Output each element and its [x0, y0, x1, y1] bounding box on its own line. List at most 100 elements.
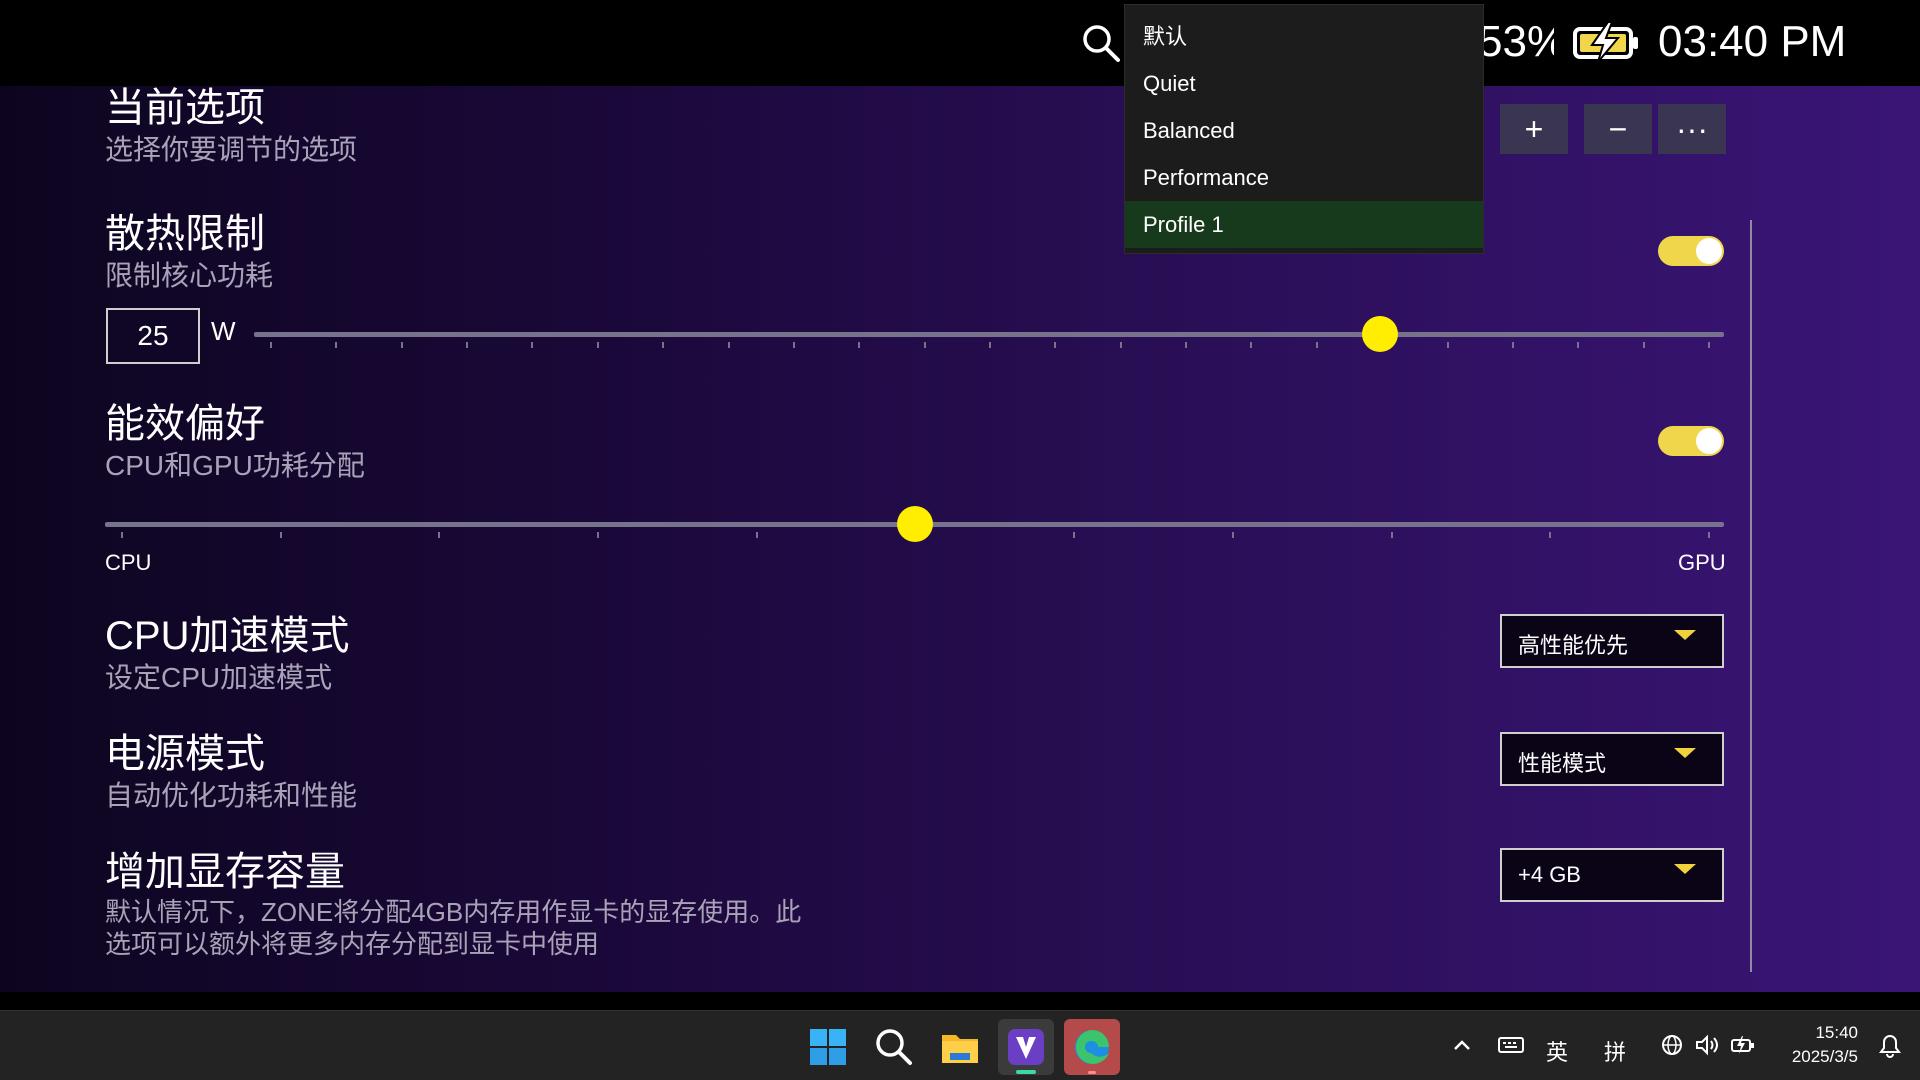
slider-tick — [279, 532, 282, 538]
power-mode-value: 性能模式 — [1518, 751, 1607, 776]
battery-charging-icon — [1573, 21, 1638, 63]
clock-time: 15:40 — [1815, 1023, 1858, 1042]
notification-icon[interactable] — [1878, 1033, 1902, 1059]
profile-item-balanced[interactable]: Balanced — [1125, 107, 1483, 154]
profile-dropdown-menu: 默认 Quiet Balanced Performance Profile 1 — [1124, 4, 1484, 254]
profile-item-default[interactable]: 默认 — [1125, 13, 1483, 60]
slider-tick — [531, 342, 534, 348]
zone-app-button[interactable] — [998, 1019, 1054, 1075]
windows-start-icon[interactable] — [800, 1019, 856, 1075]
vram-subtitle-line2: 选项可以额外将更多内存分配到显卡中使用 — [105, 929, 600, 959]
slider-tick — [1446, 342, 1449, 348]
thermal-limit-toggle[interactable] — [1658, 236, 1724, 266]
slider-tick — [1708, 532, 1710, 538]
slider-tick — [1642, 342, 1645, 348]
chevron-down-icon — [1674, 630, 1696, 640]
slider-tick — [989, 342, 991, 348]
slider-tick — [597, 532, 600, 538]
volume-icon[interactable] — [1694, 1033, 1720, 1057]
vram-select[interactable]: +4 GB — [1500, 848, 1724, 902]
slider-thumb[interactable] — [1362, 316, 1399, 352]
remove-profile-button[interactable]: − — [1584, 104, 1652, 154]
power-mode-title: 电源模式 — [105, 732, 265, 776]
profile-item-profile-1[interactable]: Profile 1 — [1125, 201, 1483, 248]
slider-tick — [1250, 342, 1253, 348]
settings-panel: 当前选项 选择你要调节的选项 + − ··· 散热限制 限制核心功耗 25 W … — [0, 86, 1920, 992]
profile-item-performance[interactable]: Performance — [1125, 154, 1483, 201]
cpu-boost-select[interactable]: 高性能优先 — [1500, 614, 1724, 668]
slider-tick — [727, 342, 730, 348]
add-profile-button[interactable]: + — [1500, 104, 1568, 154]
slider-tick — [1054, 342, 1057, 348]
thermal-limit-title: 散热限制 — [105, 212, 265, 256]
slider-tick — [335, 342, 338, 348]
cpu-boost-subtitle: 设定CPU加速模式 — [105, 662, 333, 693]
slider-tick — [1708, 342, 1710, 348]
slider-tick — [1119, 342, 1122, 348]
cpu-boost-title: CPU加速模式 — [105, 614, 350, 658]
search-icon[interactable] — [1080, 22, 1122, 64]
slider-tick — [400, 342, 403, 348]
slider-tick — [1549, 532, 1552, 538]
cpu-boost-value: 高性能优先 — [1518, 633, 1629, 658]
scrollbar[interactable] — [1750, 220, 1752, 972]
efficiency-title: 能效偏好 — [105, 402, 265, 446]
profile-item-quiet[interactable]: Quiet — [1125, 60, 1483, 107]
edge-browser-icon — [1075, 1030, 1109, 1074]
toggle-knob — [1696, 428, 1722, 454]
slider-tick — [1231, 532, 1234, 538]
slider-tick — [1577, 342, 1580, 348]
system-clock[interactable]: 15:40 2025/3/5 — [1792, 1021, 1858, 1069]
slider-tick — [755, 532, 758, 538]
chevron-down-icon — [1674, 748, 1696, 758]
efficiency-subtitle: CPU和GPU功耗分配 — [105, 450, 365, 481]
slider-track — [254, 332, 1724, 337]
clock-date: 2025/3/5 — [1791, 1047, 1858, 1066]
gpu-label: GPU — [1678, 550, 1726, 575]
slider-tick — [466, 342, 469, 348]
slider-tick — [438, 532, 441, 538]
slider-tick — [923, 342, 926, 348]
network-icon[interactable] — [1660, 1033, 1684, 1057]
slider-tick — [662, 342, 665, 348]
more-options-button[interactable]: ··· — [1658, 104, 1726, 154]
slider-tick — [1315, 342, 1318, 348]
thermal-limit-subtitle: 限制核心功耗 — [105, 260, 274, 291]
battery-icon[interactable] — [1730, 1033, 1756, 1057]
search-icon[interactable] — [866, 1019, 922, 1075]
vram-value: +4 GB — [1518, 862, 1581, 887]
slider-tick — [858, 342, 861, 348]
zone-app-icon — [1008, 1029, 1044, 1074]
ime-language[interactable]: 英 — [1546, 1035, 1568, 1067]
slider-tick — [1390, 532, 1393, 538]
toggle-knob — [1696, 238, 1722, 264]
status-time: 03:40 PM — [1658, 17, 1847, 66]
slider-tick — [1511, 342, 1514, 348]
power-mode-subtitle: 自动优化功耗和性能 — [105, 780, 358, 811]
taskbar: 英 拼 15:40 2025/3/5 — [0, 1010, 1920, 1080]
status-bar: 53% 03:40 PM — [0, 0, 1920, 86]
slider-tick — [270, 342, 272, 348]
file-explorer-icon[interactable] — [932, 1019, 988, 1075]
slider-thumb[interactable] — [896, 506, 933, 542]
vram-title: 增加显存容量 — [105, 850, 345, 894]
battery-percent: 53% — [1478, 17, 1554, 66]
vram-subtitle-line1: 默认情况下，ZONE将分配4GB内存用作显卡的显存使用。此 — [105, 897, 802, 927]
chevron-up-icon[interactable] — [1452, 1035, 1472, 1055]
efficiency-toggle[interactable] — [1658, 426, 1724, 456]
thermal-limit-value-field[interactable]: 25 — [106, 308, 200, 364]
slider-tick — [596, 342, 599, 348]
cpu-label: CPU — [105, 550, 152, 575]
thermal-limit-unit: W — [211, 316, 236, 346]
slider-tick — [1073, 532, 1076, 538]
current-option-subtitle: 选择你要调节的选项 — [105, 134, 358, 165]
chevron-down-icon — [1674, 864, 1696, 874]
current-option-title: 当前选项 — [105, 86, 265, 130]
slider-tick — [792, 342, 795, 348]
slider-tick — [121, 532, 123, 538]
slider-tick — [1185, 342, 1188, 348]
keyboard-icon[interactable] — [1498, 1035, 1524, 1055]
power-mode-select[interactable]: 性能模式 — [1500, 732, 1724, 786]
ime-mode[interactable]: 拼 — [1604, 1035, 1626, 1067]
edge-browser-button[interactable] — [1064, 1019, 1120, 1075]
